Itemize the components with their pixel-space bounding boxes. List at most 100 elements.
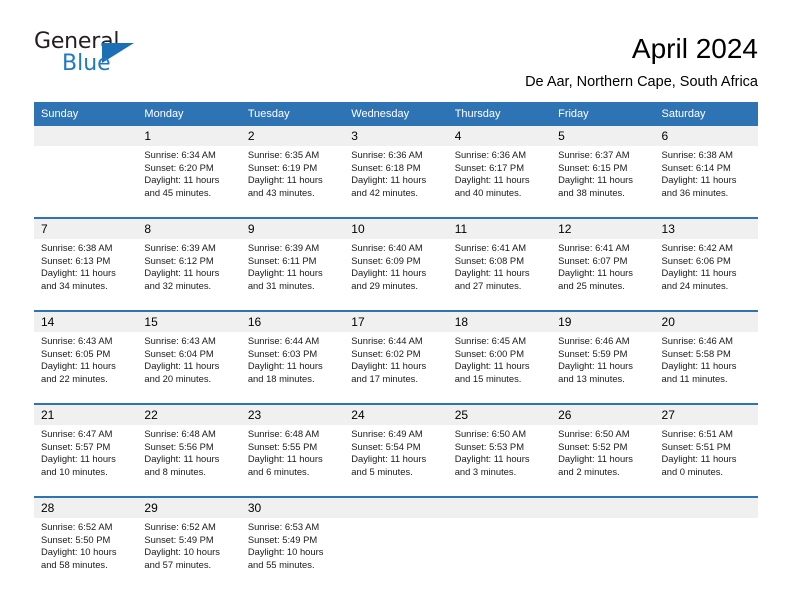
- weekday-header-monday: Monday: [137, 102, 241, 127]
- day-number[interactable]: 29: [137, 496, 241, 519]
- sunset-text: Sunset: 6:03 PM: [247, 347, 318, 359]
- day-cell[interactable]: Sunrise: 6:53 AM Sunset: 5:49 PM Daylight:…: [240, 518, 345, 590]
- day-cell[interactable]: Sunrise: 6:48 AM Sunset: 5:56 PM Daylight:…: [137, 425, 241, 498]
- day-number[interactable]: 10: [344, 217, 448, 240]
- day-number[interactable]: 15: [137, 310, 241, 333]
- daylight-text-line2: and 17 minutes.: [351, 372, 418, 384]
- daylight-text-line2: and 29 minutes.: [351, 279, 418, 291]
- daylight-text-line1: Daylight: 11 hours: [351, 174, 427, 186]
- week-detail-row: Sunrise: 6:34 AM Sunset: 6:20 PM Daylight:…: [34, 146, 758, 219]
- calendar-header-row: Sunday Monday Tuesday Wednesday Thursday…: [34, 102, 758, 127]
- day-cell[interactable]: Sunrise: 6:46 AM Sunset: 5:58 PM Daylight:…: [654, 332, 758, 405]
- day-number[interactable]: 30: [240, 496, 345, 519]
- day-cell[interactable]: Sunrise: 6:39 AM Sunset: 6:11 PM Daylight:…: [240, 239, 345, 312]
- day-number[interactable]: 19: [551, 310, 655, 333]
- day-number[interactable]: 22: [137, 403, 241, 426]
- daylight-text-line1: Daylight: 11 hours: [144, 267, 220, 279]
- day-cell[interactable]: Sunrise: 6:39 AM Sunset: 6:12 PM Daylight:…: [137, 239, 241, 312]
- day-number[interactable]: 18: [447, 310, 552, 333]
- sunrise-text: Sunrise: 6:51 AM: [661, 428, 733, 440]
- sunset-text: Sunset: 5:51 PM: [661, 440, 731, 452]
- day-cell[interactable]: Sunrise: 6:52 AM Sunset: 5:49 PM Daylight:…: [137, 518, 241, 590]
- day-cell[interactable]: Sunrise: 6:46 AM Sunset: 5:59 PM Daylight:…: [551, 332, 655, 405]
- day-cell[interactable]: Sunrise: 6:43 AM Sunset: 6:04 PM Daylight:…: [137, 332, 241, 405]
- daylight-text-line1: Daylight: 11 hours: [351, 267, 427, 279]
- weekday-header-tuesday: Tuesday: [240, 102, 345, 127]
- day-cell[interactable]: Sunrise: 6:50 AM Sunset: 5:52 PM Daylight:…: [551, 425, 655, 498]
- day-cell[interactable]: Sunrise: 6:45 AM Sunset: 6:00 PM Daylight:…: [447, 332, 552, 405]
- sunset-text: Sunset: 6:18 PM: [351, 161, 421, 173]
- day-number[interactable]: 23: [240, 403, 345, 426]
- day-cell[interactable]: Sunrise: 6:38 AM Sunset: 6:13 PM Daylight:…: [34, 239, 138, 312]
- day-cell[interactable]: Sunrise: 6:50 AM Sunset: 5:53 PM Daylight:…: [447, 425, 552, 498]
- day-cell[interactable]: Sunrise: 6:44 AM Sunset: 6:02 PM Daylight:…: [344, 332, 448, 405]
- weekday-header-thursday: Thursday: [447, 102, 552, 127]
- sunrise-text: Sunrise: 6:41 AM: [454, 242, 527, 254]
- day-cell[interactable]: Sunrise: 6:38 AM Sunset: 6:14 PM Daylight:…: [654, 146, 758, 219]
- sunrise-text: Sunrise: 6:52 AM: [41, 521, 113, 533]
- day-number[interactable]: 17: [344, 310, 448, 333]
- day-number[interactable]: 2: [240, 126, 345, 147]
- sunrise-text: Sunrise: 6:38 AM: [661, 149, 733, 161]
- day-number[interactable]: 5: [551, 126, 655, 147]
- day-number[interactable]: 3: [344, 126, 448, 147]
- day-cell[interactable]: Sunrise: 6:44 AM Sunset: 6:03 PM Daylight:…: [240, 332, 345, 405]
- day-cell[interactable]: Sunrise: 6:36 AM Sunset: 6:17 PM Daylight:…: [447, 146, 552, 219]
- daylight-text-line1: Daylight: 11 hours: [41, 360, 116, 372]
- day-cell[interactable]: Sunrise: 6:35 AM Sunset: 6:19 PM Daylight:…: [240, 146, 345, 219]
- day-number[interactable]: 21: [34, 403, 138, 426]
- day-cell[interactable]: Sunrise: 6:41 AM Sunset: 6:08 PM Daylight:…: [447, 239, 552, 312]
- sunset-text: Sunset: 6:00 PM: [454, 347, 524, 359]
- day-cell[interactable]: Sunrise: 6:52 AM Sunset: 5:50 PM Daylight:…: [34, 518, 138, 590]
- day-cell[interactable]: Sunrise: 6:48 AM Sunset: 5:55 PM Daylight:…: [240, 425, 345, 498]
- sunrise-text: Sunrise: 6:40 AM: [351, 242, 423, 254]
- day-cell[interactable]: Sunrise: 6:42 AM Sunset: 6:06 PM Daylight:…: [654, 239, 758, 312]
- day-cell[interactable]: Sunrise: 6:37 AM Sunset: 6:15 PM Daylight:…: [551, 146, 655, 219]
- day-number[interactable]: 25: [447, 403, 552, 426]
- daylight-text-line1: Daylight: 11 hours: [558, 453, 633, 465]
- day-cell[interactable]: Sunrise: 6:47 AM Sunset: 5:57 PM Daylight:…: [34, 425, 138, 498]
- day-cell[interactable]: Sunrise: 6:51 AM Sunset: 5:51 PM Daylight:…: [654, 425, 758, 498]
- weekday-header-saturday: Saturday: [654, 102, 758, 127]
- day-cell-empty: [34, 146, 138, 219]
- brand-name-blue: Blue: [62, 51, 111, 76]
- day-number[interactable]: 1: [137, 126, 241, 147]
- page-title: April 2024: [631, 33, 758, 64]
- daylight-text-line2: and 6 minutes.: [247, 465, 310, 477]
- day-number[interactable]: 12: [551, 217, 655, 240]
- day-number[interactable]: 28: [34, 496, 138, 519]
- day-cell[interactable]: Sunrise: 6:41 AM Sunset: 6:07 PM Daylight:…: [551, 239, 655, 312]
- sunrise-text: Sunrise: 6:44 AM: [247, 335, 320, 347]
- daylight-text-line2: and 15 minutes.: [454, 372, 522, 384]
- sunrise-text: Sunrise: 6:45 AM: [454, 335, 527, 347]
- day-cell[interactable]: Sunrise: 6:34 AM Sunset: 6:20 PM Daylight:…: [137, 146, 241, 219]
- day-number[interactable]: 11: [447, 217, 552, 240]
- day-cell[interactable]: Sunrise: 6:43 AM Sunset: 6:05 PM Daylight:…: [34, 332, 138, 405]
- day-number[interactable]: 8: [137, 217, 241, 240]
- sunrise-text: Sunrise: 6:39 AM: [144, 242, 216, 254]
- day-cell[interactable]: Sunrise: 6:49 AM Sunset: 5:54 PM Daylight:…: [344, 425, 448, 498]
- day-number[interactable]: 6: [654, 126, 758, 147]
- day-cell[interactable]: Sunrise: 6:36 AM Sunset: 6:18 PM Daylight:…: [344, 146, 448, 219]
- day-number[interactable]: 16: [240, 310, 345, 333]
- day-number[interactable]: 13: [654, 217, 758, 240]
- sunrise-text: Sunrise: 6:41 AM: [558, 242, 630, 254]
- daylight-text-line1: Daylight: 11 hours: [144, 453, 220, 465]
- day-number[interactable]: 14: [34, 310, 138, 333]
- day-number[interactable]: 27: [654, 403, 758, 426]
- day-number[interactable]: 20: [654, 310, 758, 333]
- weekday-header-wednesday: Wednesday: [344, 102, 448, 127]
- sunset-text: Sunset: 5:56 PM: [144, 440, 214, 452]
- daylight-text-line2: and 3 minutes.: [454, 465, 517, 477]
- sunset-text: Sunset: 6:15 PM: [558, 161, 628, 173]
- day-number[interactable]: 7: [34, 217, 138, 240]
- day-cell[interactable]: Sunrise: 6:40 AM Sunset: 6:09 PM Daylight:…: [344, 239, 448, 312]
- day-number[interactable]: 26: [551, 403, 655, 426]
- daylight-text-line2: and 57 minutes.: [144, 558, 212, 570]
- day-number[interactable]: 9: [240, 217, 345, 240]
- day-number[interactable]: 24: [344, 403, 448, 426]
- sunrise-text: Sunrise: 6:42 AM: [661, 242, 733, 254]
- daylight-text-line1: Daylight: 11 hours: [558, 360, 633, 372]
- sunset-text: Sunset: 6:17 PM: [454, 161, 524, 173]
- day-number[interactable]: 4: [447, 126, 552, 147]
